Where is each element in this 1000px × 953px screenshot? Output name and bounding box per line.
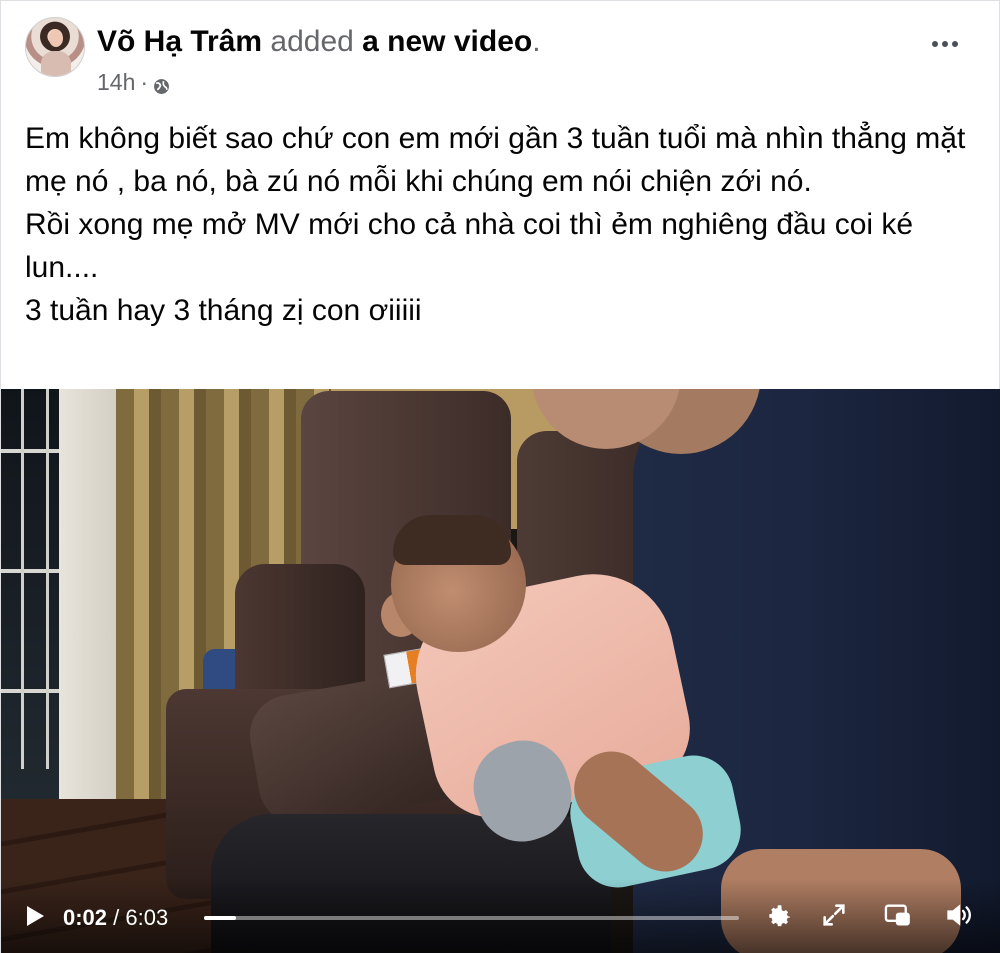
feed-post: Võ Hạ Trâm added a new video. 14h · Em k… — [0, 0, 1000, 953]
time-separator: / — [107, 905, 126, 930]
post-body-paragraph: 3 tuần hay 3 tháng zị con ơiiiii — [25, 294, 422, 327]
current-time: 0:02 — [63, 905, 108, 930]
globe-icon[interactable] — [153, 74, 170, 94]
new-video-link[interactable]: a new video — [362, 25, 532, 58]
video-controls: 0:02 / 6:03 — [1, 879, 1000, 953]
post-timestamp-link[interactable]: 14h — [97, 69, 135, 96]
video-time: 0:02 / 6:03 — [63, 905, 168, 931]
window-post — [46, 389, 49, 769]
meta-separator: · — [140, 69, 149, 95]
title-period: . — [532, 25, 541, 58]
window-post — [21, 389, 24, 769]
video-player[interactable]: 0:02 / 6:03 — [1, 389, 1000, 953]
post-body-paragraph: Em không biết sao chứ con em mới gần 3 t… — [25, 122, 966, 198]
expand-icon[interactable] — [816, 897, 852, 933]
video-scene-baby-hair — [393, 515, 511, 565]
avatar-dress — [41, 51, 71, 76]
more-dot — [952, 41, 958, 47]
play-icon[interactable] — [21, 902, 49, 930]
post-body-paragraph: Rồi xong mẹ mở MV mới cho cả nhà coi thì… — [25, 208, 914, 284]
author-avatar[interactable] — [25, 17, 85, 77]
post-meta: 14h · — [97, 69, 170, 96]
settings-icon[interactable] — [761, 897, 797, 933]
volume-icon[interactable] — [941, 897, 977, 933]
post-action-text: added — [262, 25, 363, 58]
post-body: Em không biết sao chứ con em mới gần 3 t… — [25, 117, 977, 332]
author-name-link[interactable]: Võ Hạ Trâm — [97, 25, 262, 58]
avatar-face — [49, 30, 63, 47]
post-header: Võ Hạ Trâm added a new video. 14h · — [1, 1, 1000, 106]
more-dot — [942, 41, 948, 47]
video-progress-fill — [204, 916, 236, 920]
post-title-line: Võ Hạ Trâm added a new video. — [97, 25, 541, 59]
more-dot — [932, 41, 938, 47]
video-duration: 6:03 — [125, 905, 169, 930]
picture-in-picture-icon[interactable] — [879, 897, 915, 933]
video-progress-bar[interactable] — [204, 916, 739, 920]
more-options-icon[interactable] — [925, 29, 965, 59]
